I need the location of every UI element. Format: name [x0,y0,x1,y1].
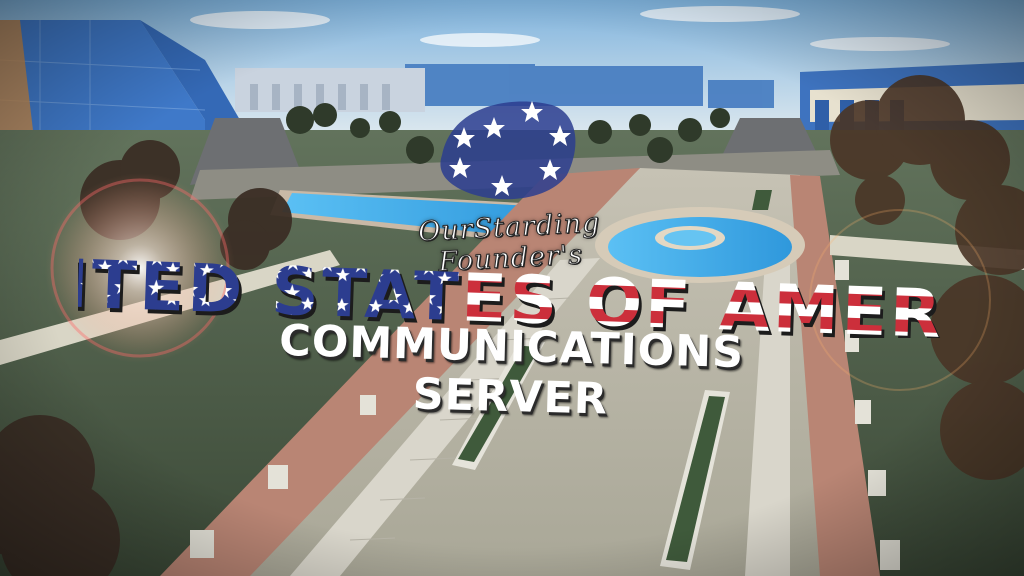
server-banner: OurStarding Founder's UNITED STATES OF A… [0,0,1024,576]
city-plaza-background [0,0,1024,576]
flag-star-emblem-icon [440,101,576,200]
